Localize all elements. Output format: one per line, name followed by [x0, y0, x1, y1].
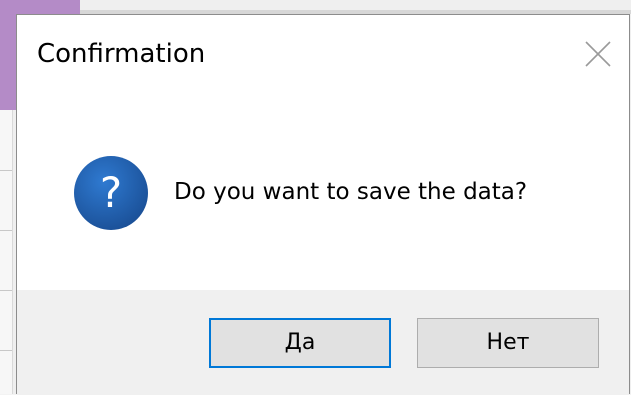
background-row-line — [0, 170, 12, 171]
dialog-message: Do you want to save the data? — [174, 179, 528, 205]
dialog-button-bar: Да Нет — [17, 290, 629, 395]
close-icon — [585, 41, 611, 67]
background-row-line — [0, 290, 12, 291]
no-button[interactable]: Нет — [417, 318, 599, 368]
dialog-content: ? Do you want to save the data? — [17, 95, 629, 290]
yes-button[interactable]: Да — [209, 318, 391, 368]
question-icon: ? — [73, 155, 149, 231]
svg-text:?: ? — [100, 168, 122, 217]
confirmation-dialog: Confirmation ? Do you want to save the d — [16, 14, 630, 395]
dialog-title-bar[interactable]: Confirmation — [17, 15, 629, 95]
background-row-line — [0, 350, 12, 351]
background-row-gutter — [0, 110, 13, 394]
close-button[interactable] — [581, 37, 615, 71]
dialog-title: Confirmation — [37, 39, 206, 69]
background-row-line — [0, 230, 12, 231]
